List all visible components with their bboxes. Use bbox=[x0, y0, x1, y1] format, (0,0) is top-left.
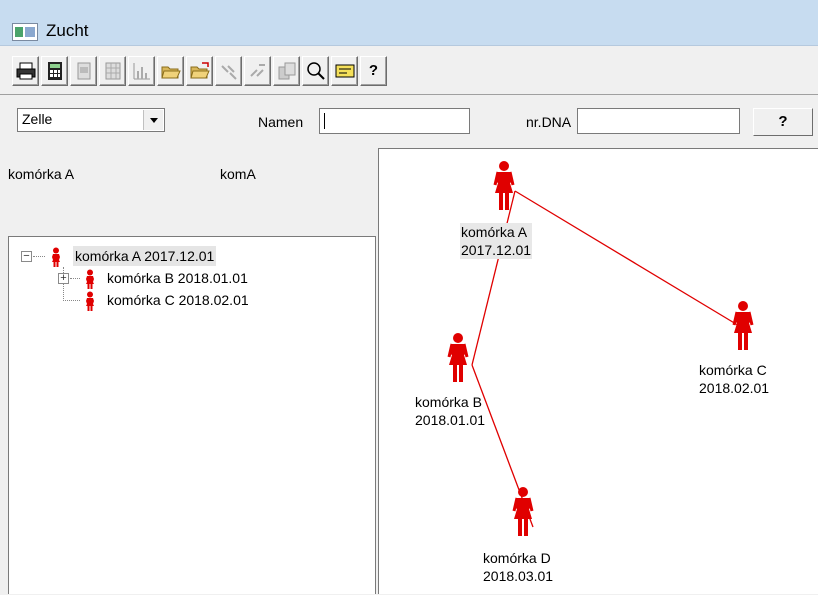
card-button[interactable] bbox=[331, 56, 358, 86]
search-button[interactable] bbox=[302, 56, 329, 86]
link-button[interactable] bbox=[215, 56, 242, 86]
collapse-icon[interactable]: − bbox=[21, 251, 32, 262]
cell-female-icon bbox=[86, 291, 94, 311]
copy-page-button[interactable] bbox=[273, 56, 300, 86]
card-icon bbox=[335, 64, 355, 78]
node-d-label: komórka D 2018.03.01 bbox=[483, 550, 554, 584]
open-folder-icon bbox=[161, 66, 181, 79]
type-select[interactable]: Zelle bbox=[17, 108, 165, 132]
cell-female-icon bbox=[86, 269, 94, 289]
calculator-button[interactable] bbox=[41, 56, 68, 86]
node-c-label: komórka C 2018.02.01 bbox=[699, 362, 770, 396]
tree-connector bbox=[63, 300, 80, 301]
tree-item-label: komórka B 2018.01.01 bbox=[107, 270, 248, 286]
node-b-label: komórka B 2018.01.01 bbox=[415, 394, 486, 428]
tree-connector bbox=[33, 256, 45, 257]
toolbar: ? bbox=[0, 52, 818, 90]
pair-tool-icon bbox=[250, 64, 265, 77]
info-name: komórka A bbox=[8, 166, 75, 182]
page-icon bbox=[77, 62, 91, 80]
open-arrow-button[interactable] bbox=[186, 56, 213, 86]
name-input[interactable] bbox=[319, 108, 470, 134]
copy-page-icon bbox=[278, 62, 296, 80]
magnifier-icon bbox=[307, 62, 325, 80]
chart-button[interactable] bbox=[128, 56, 155, 86]
help-button[interactable]: ? bbox=[753, 108, 813, 136]
node-a-female-icon[interactable] bbox=[491, 161, 517, 211]
printer-icon bbox=[16, 62, 36, 80]
node-d-female-icon[interactable] bbox=[510, 487, 536, 537]
tree-view[interactable]: − komórka A 2017.12.01 + komórka B 2018.… bbox=[8, 236, 376, 594]
chevron-down-icon[interactable] bbox=[143, 110, 163, 130]
node-b-female-icon[interactable] bbox=[445, 333, 471, 383]
tree-connector bbox=[70, 278, 80, 279]
toolbar-separator bbox=[0, 94, 818, 95]
cell-female-icon bbox=[52, 247, 60, 267]
pedigree-diagram[interactable]: komórka A 2017.12.01 komórka B 2018.01.0… bbox=[378, 148, 818, 594]
pair-button[interactable] bbox=[244, 56, 271, 86]
text-caret bbox=[324, 113, 325, 129]
link-a-b bbox=[471, 190, 516, 366]
link-a-c bbox=[514, 190, 742, 328]
tree-item-label: komórka C 2018.02.01 bbox=[107, 292, 249, 308]
title-bar: Zucht bbox=[0, 0, 818, 46]
open-button[interactable] bbox=[157, 56, 184, 86]
print-button[interactable] bbox=[12, 56, 39, 86]
dna-input[interactable] bbox=[577, 108, 740, 134]
help-icon: ? bbox=[368, 62, 379, 79]
tree-item-label: komórka A 2017.12.01 bbox=[73, 246, 217, 266]
node-c-female-icon[interactable] bbox=[730, 301, 756, 351]
help-toolbar-button[interactable]: ? bbox=[360, 56, 387, 86]
info-short: komA bbox=[220, 166, 256, 182]
node-a-label: komórka A 2017.12.01 bbox=[460, 223, 533, 259]
name-label: Namen bbox=[258, 114, 304, 130]
page-grid-icon bbox=[105, 62, 121, 80]
type-select-value: Zelle bbox=[22, 111, 53, 127]
window-title: Zucht bbox=[46, 21, 89, 40]
app-icon bbox=[12, 23, 38, 41]
expand-icon[interactable]: + bbox=[58, 273, 69, 284]
page-button[interactable] bbox=[70, 56, 97, 86]
open-folder-arrow-icon bbox=[190, 62, 210, 79]
link-tool-icon bbox=[221, 65, 237, 80]
dna-label: nr.DNA bbox=[526, 114, 572, 130]
page-grid-button[interactable] bbox=[99, 56, 126, 86]
bar-chart-icon bbox=[133, 63, 150, 80]
calculator-icon bbox=[48, 62, 62, 80]
